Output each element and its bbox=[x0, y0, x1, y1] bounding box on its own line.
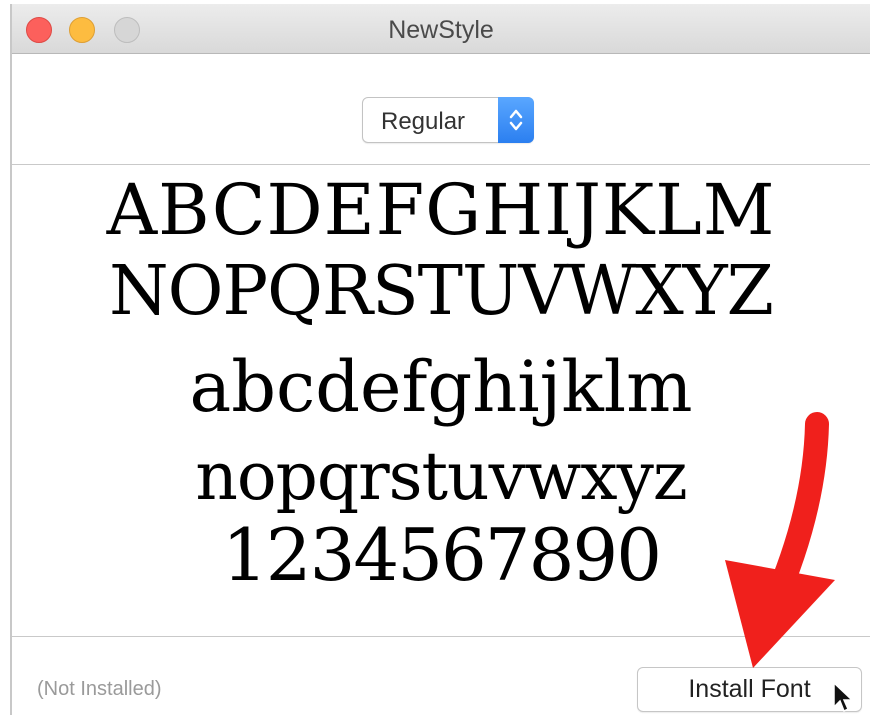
red-arrow-icon bbox=[725, 412, 835, 668]
font-style-dropdown[interactable]: Regular bbox=[362, 97, 534, 143]
font-style-selected: Regular bbox=[381, 108, 466, 135]
preview-uppercase-line-2: NOPQRSTUVWXYZ bbox=[109, 252, 774, 331]
preview-uppercase-line-1: ABCDEFGHIJKLM bbox=[106, 169, 776, 251]
updown-chevron-icon[interactable] bbox=[498, 97, 534, 143]
install-status-text: (Not Installed) bbox=[37, 678, 162, 700]
top-divider bbox=[12, 164, 870, 165]
window-title: NewStyle bbox=[388, 16, 494, 44]
title-bar[interactable]: NewStyle bbox=[12, 4, 870, 54]
mouse-pointer-icon bbox=[833, 682, 854, 713]
